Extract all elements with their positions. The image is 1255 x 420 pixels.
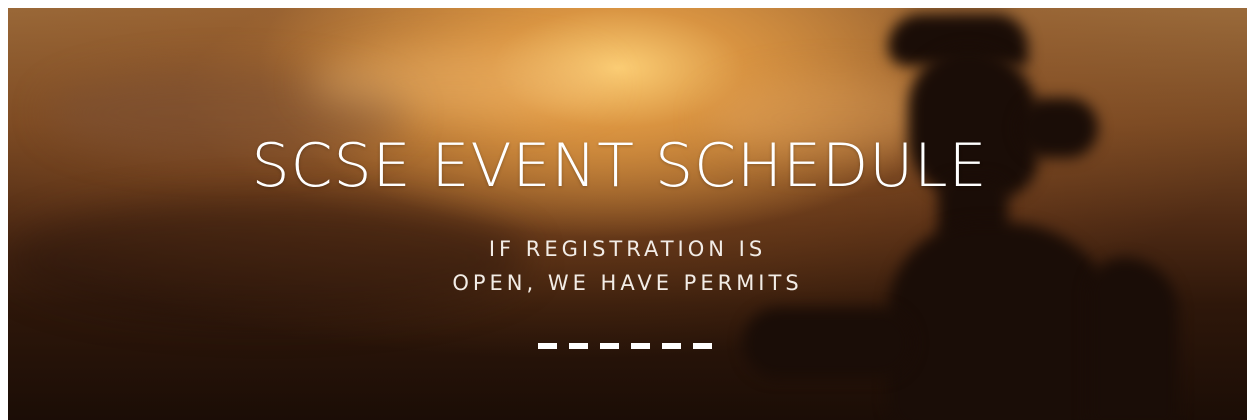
divider-dash bbox=[600, 343, 619, 349]
divider-dash bbox=[662, 343, 681, 349]
divider-dash bbox=[569, 343, 588, 349]
hero-banner: SCSE EVENT SCHEDULE IF REGISTRATION IS O… bbox=[8, 8, 1247, 420]
divider-dash bbox=[538, 343, 557, 349]
page-title: SCSE EVENT SCHEDULE bbox=[251, 131, 988, 201]
divider-dash bbox=[693, 343, 712, 349]
subtitle-line-2: OPEN, WE HAVE PERMITS bbox=[452, 271, 803, 295]
hero-subtitle: IF REGISTRATION IS OPEN, WE HAVE PERMITS bbox=[8, 232, 1247, 300]
cloud-shape bbox=[308, 48, 608, 118]
subtitle-line-1: IF REGISTRATION IS bbox=[488, 237, 767, 261]
dashed-divider bbox=[538, 343, 712, 349]
divider-dash bbox=[631, 343, 650, 349]
